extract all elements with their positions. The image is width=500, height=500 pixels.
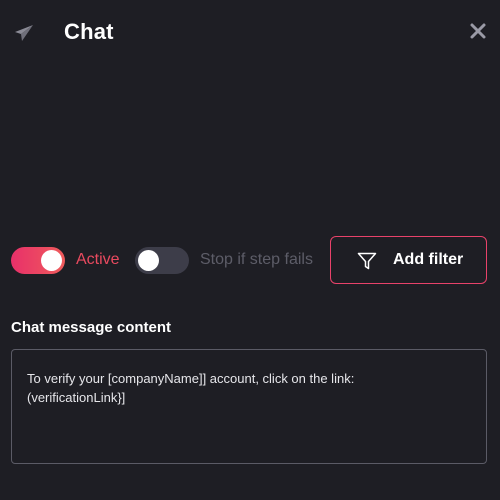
- stop-toggle-label: Stop if step fails: [200, 251, 313, 268]
- add-filter-label: Add filter: [393, 251, 464, 268]
- filter-icon: [357, 252, 377, 270]
- active-toggle[interactable]: [11, 247, 65, 274]
- stop-if-step-fails-toggle[interactable]: [135, 247, 189, 274]
- stop-toggle-knob: [138, 250, 159, 271]
- panel-title: Chat: [64, 19, 114, 44]
- chat-panel: Chat Active Stop if step fails Add filte…: [0, 0, 500, 500]
- controls-row: Active Stop if step fails Add filter: [0, 236, 500, 286]
- message-content-field[interactable]: To verify your [companyName]] account, c…: [11, 349, 487, 464]
- close-icon[interactable]: [469, 22, 487, 40]
- active-toggle-label: Active: [76, 251, 120, 268]
- active-toggle-knob: [41, 250, 62, 271]
- add-filter-button[interactable]: Add filter: [330, 236, 487, 284]
- send-icon: [15, 25, 33, 41]
- message-content-label: Chat message content: [11, 319, 172, 336]
- panel-header: Chat: [0, 0, 500, 66]
